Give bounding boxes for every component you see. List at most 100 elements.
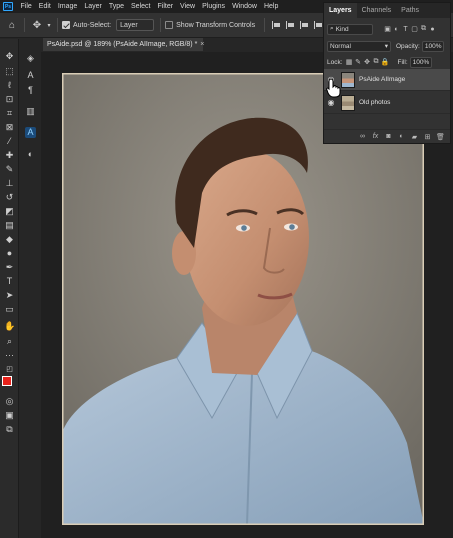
layer-name: PsAide AIImage [359,76,406,83]
menu-type[interactable]: Type [105,3,127,10]
object-select-icon[interactable]: ⊡ [4,94,15,105]
tab-paths[interactable]: Paths [396,3,424,18]
foreground-color-swatch[interactable] [2,376,12,386]
lock-label: Lock: [327,58,343,66]
dodge-icon[interactable]: ● [4,248,15,259]
menu-filter[interactable]: Filter [154,3,177,10]
home-icon[interactable]: ⌂ [4,20,20,31]
path-select-icon[interactable]: ➤ [4,290,15,301]
pixel-filter-icon[interactable]: ▣ [383,25,392,33]
menu-image[interactable]: Image [54,3,80,10]
tab-channels[interactable]: Channels [357,3,397,18]
move-tool-icon[interactable]: ✥ [29,20,45,31]
clone-stamp-icon[interactable]: ⊥ [4,178,15,189]
layer-thumbnail [341,94,355,111]
blur-icon[interactable]: ◆ [4,234,15,245]
smart-object-filter-icon[interactable]: ⧉ [419,25,428,33]
document-title: PsAide.psd @ 189% (PsAide AIImage, RGB/8… [47,41,198,48]
history-icon[interactable]: ◐ [25,149,36,160]
menu-edit[interactable]: Edit [35,3,54,10]
add-mask-icon[interactable]: ◙ [382,133,395,140]
auto-select-checkbox[interactable] [62,21,70,29]
shape-filter-icon[interactable]: ▢ [410,25,419,33]
auto-select-target-dropdown[interactable]: Layer [116,19,155,31]
new-group-icon[interactable]: ▰ [408,133,421,141]
fill-value: 100% [412,58,430,66]
gradient-icon[interactable]: ▤ [4,220,15,231]
blend-mode-dropdown[interactable]: Normal ▾ [327,40,391,52]
layer-row-old-photos[interactable]: ◉ Old photos [324,92,450,114]
zoom-icon[interactable]: ⌕ [4,336,15,347]
paragraph-icon[interactable]: ¶ [25,85,36,96]
filter-row: ⌕ Kind ▣ ◐ T ▢ ⧉ ● [327,23,449,35]
quick-mask-icon[interactable]: ◎ [4,396,15,407]
adjustments-icon[interactable]: ◈ [25,53,36,64]
adjustment-layer-icon[interactable]: ◐ [395,133,408,140]
menu-help[interactable]: Help [260,3,281,10]
history-brush-icon[interactable]: ↺ [4,192,15,203]
divider [24,18,25,32]
divider [160,18,162,32]
visibility-eye-icon[interactable]: ◉ [324,98,338,107]
lock-transparent-icon[interactable]: ▦ [345,58,354,66]
healing-brush-icon[interactable]: ✚ [4,150,15,161]
rectangle-icon[interactable]: ▭ [4,304,15,315]
frame-icon[interactable]: ⊠ [4,122,15,133]
chevron-down-icon[interactable]: ▾ [45,22,53,29]
menu-window[interactable]: Window [229,3,261,10]
eraser-icon[interactable]: ◩ [4,206,15,217]
lasso-icon[interactable]: ℓ [4,80,15,91]
libraries-icon[interactable]: ▥ [25,106,36,117]
close-tab-icon[interactable]: × [200,41,204,48]
menu-view[interactable]: View [177,3,199,10]
align-left-icon[interactable] [271,21,281,29]
ai-text-icon[interactable]: A [25,127,36,138]
link-layers-icon[interactable]: ∞ [356,133,369,140]
show-transform-checkbox[interactable] [165,21,174,29]
menu-select[interactable]: Select [128,3,154,10]
lock-all-icon[interactable]: 🔒 [381,58,390,66]
layer-thumbnail [341,71,355,88]
lock-image-icon[interactable]: ✎ [354,58,363,66]
layers-panel: Layers Channels Paths ⌕ Kind ▣ ◐ T ▢ ⧉ ●… [323,2,451,144]
type-icon[interactable]: T [4,276,15,287]
move-icon[interactable]: ✥ [4,51,15,62]
lock-position-icon[interactable]: ✥ [363,58,372,66]
crop-icon[interactable]: ⌗ [4,108,15,119]
auto-select-target-value: Layer [120,21,138,29]
default-colors-icon[interactable]: ◰ [4,364,15,375]
filter-kind-dropdown[interactable]: ⌕ Kind [327,23,373,35]
brush-icon[interactable]: ✎ [4,164,15,175]
tools-panel: ✥ ⬚ ℓ ⊡ ⌗ ⊠ ⁄ ✚ ✎ ⊥ ↺ ◩ ▤ ◆ ● ✒ T ➤ ▭ ✋ … [0,39,19,538]
marquee-icon[interactable]: ⬚ [4,66,15,77]
artboard-icon[interactable]: ⧉ [4,424,15,435]
screen-mode-icon[interactable]: ▣ [4,410,15,421]
fill-input[interactable]: 100% [409,56,432,68]
menu-file[interactable]: File [17,3,35,10]
menu-plugins[interactable]: Plugins [199,3,229,10]
layers-panel-footer: ∞ fx ◙ ◐ ▰ ⊞ 🗑 [324,129,450,143]
filter-kind-value: Kind [335,25,349,33]
layer-row-psaide-aiimage[interactable]: ◉ PsAide AIImage [324,69,450,91]
delete-layer-icon[interactable]: 🗑 [434,133,447,141]
pen-icon[interactable]: ✒ [4,262,15,273]
character-icon[interactable]: A [25,70,36,81]
document-tab[interactable]: PsAide.psd @ 189% (PsAide AIImage, RGB/8… [43,38,204,51]
lock-artboard-icon[interactable]: ⧉ [372,58,381,66]
new-layer-icon[interactable]: ⊞ [421,133,434,141]
align-center-icon[interactable] [285,21,295,29]
tab-layers[interactable]: Layers [324,3,357,18]
search-icon: ⌕ [330,25,334,32]
eyedropper-icon[interactable]: ⁄ [4,136,15,147]
align-right-icon[interactable] [299,21,309,29]
adjustment-filter-icon[interactable]: ◐ [392,26,401,33]
align-top-icon[interactable] [313,21,323,29]
layer-style-icon[interactable]: fx [369,133,382,140]
more-icon[interactable]: ··· [4,350,15,361]
filter-toggle-icon[interactable]: ● [428,26,437,33]
opacity-input[interactable]: 100% [421,40,444,52]
show-transform-label: Show Transform Controls [176,21,256,29]
hand-icon[interactable]: ✋ [4,321,15,332]
type-filter-icon[interactable]: T [401,26,410,33]
menu-layer[interactable]: Layer [81,3,106,10]
